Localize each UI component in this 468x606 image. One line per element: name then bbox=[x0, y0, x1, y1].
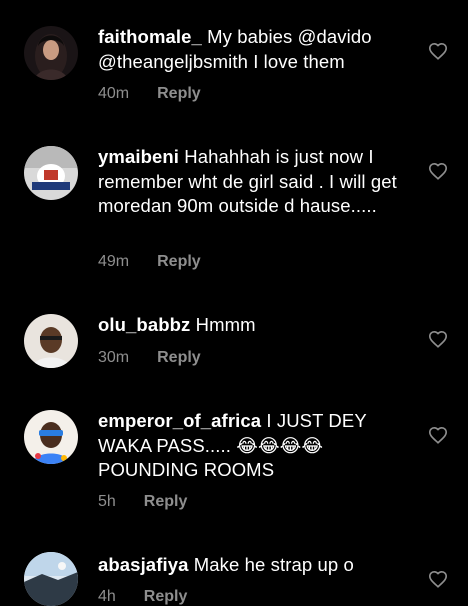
comment-message: Make he strap up o bbox=[193, 554, 354, 575]
comment-meta: 5h Reply bbox=[98, 493, 187, 511]
comment-username[interactable]: abasjafiya bbox=[98, 554, 188, 575]
reply-button[interactable]: Reply bbox=[157, 349, 201, 366]
comment-text: faithomale_ My babies @davido @theangelj… bbox=[98, 25, 408, 74]
comment-time: 5h bbox=[98, 493, 116, 510]
comment-message: Hmmm bbox=[195, 314, 256, 335]
comment-time: 4h bbox=[98, 588, 116, 605]
comment-time: 49m bbox=[98, 253, 130, 270]
avatar[interactable] bbox=[24, 410, 78, 464]
avatar[interactable] bbox=[24, 146, 78, 200]
heart-icon[interactable] bbox=[428, 570, 448, 588]
comment-text: ymaibeni Hahahhah is just now I remember… bbox=[98, 145, 408, 219]
reply-button[interactable]: Reply bbox=[157, 85, 201, 102]
heart-icon[interactable] bbox=[428, 426, 448, 444]
comment-username[interactable]: ymaibeni bbox=[98, 146, 179, 167]
heart-icon[interactable] bbox=[428, 330, 448, 348]
comment-text: abasjafiya Make he strap up o bbox=[98, 553, 408, 578]
comment-time: 40m bbox=[98, 85, 130, 102]
reply-button[interactable]: Reply bbox=[144, 493, 188, 510]
comment-meta: 4h Reply bbox=[98, 588, 187, 606]
comment-username[interactable]: emperor_of_africa bbox=[98, 410, 261, 431]
reply-button[interactable]: Reply bbox=[157, 253, 201, 270]
comment-text: olu_babbz Hmmm bbox=[98, 313, 408, 338]
comment-username[interactable]: faithomale_ bbox=[98, 26, 202, 47]
heart-icon[interactable] bbox=[428, 42, 448, 60]
heart-icon[interactable] bbox=[428, 162, 448, 180]
comment-time: 30m bbox=[98, 349, 130, 366]
comment-text: emperor_of_africa I JUST DEY WAKA PASS..… bbox=[98, 409, 408, 483]
reply-button[interactable]: Reply bbox=[144, 588, 188, 605]
comment-username[interactable]: olu_babbz bbox=[98, 314, 190, 335]
avatar[interactable] bbox=[24, 26, 78, 80]
comment-meta: 30m Reply bbox=[98, 349, 201, 367]
avatar[interactable] bbox=[24, 552, 78, 606]
comment-meta: 49m Reply bbox=[98, 253, 201, 271]
comment-meta: 40m Reply bbox=[98, 85, 201, 103]
avatar[interactable] bbox=[24, 314, 78, 368]
